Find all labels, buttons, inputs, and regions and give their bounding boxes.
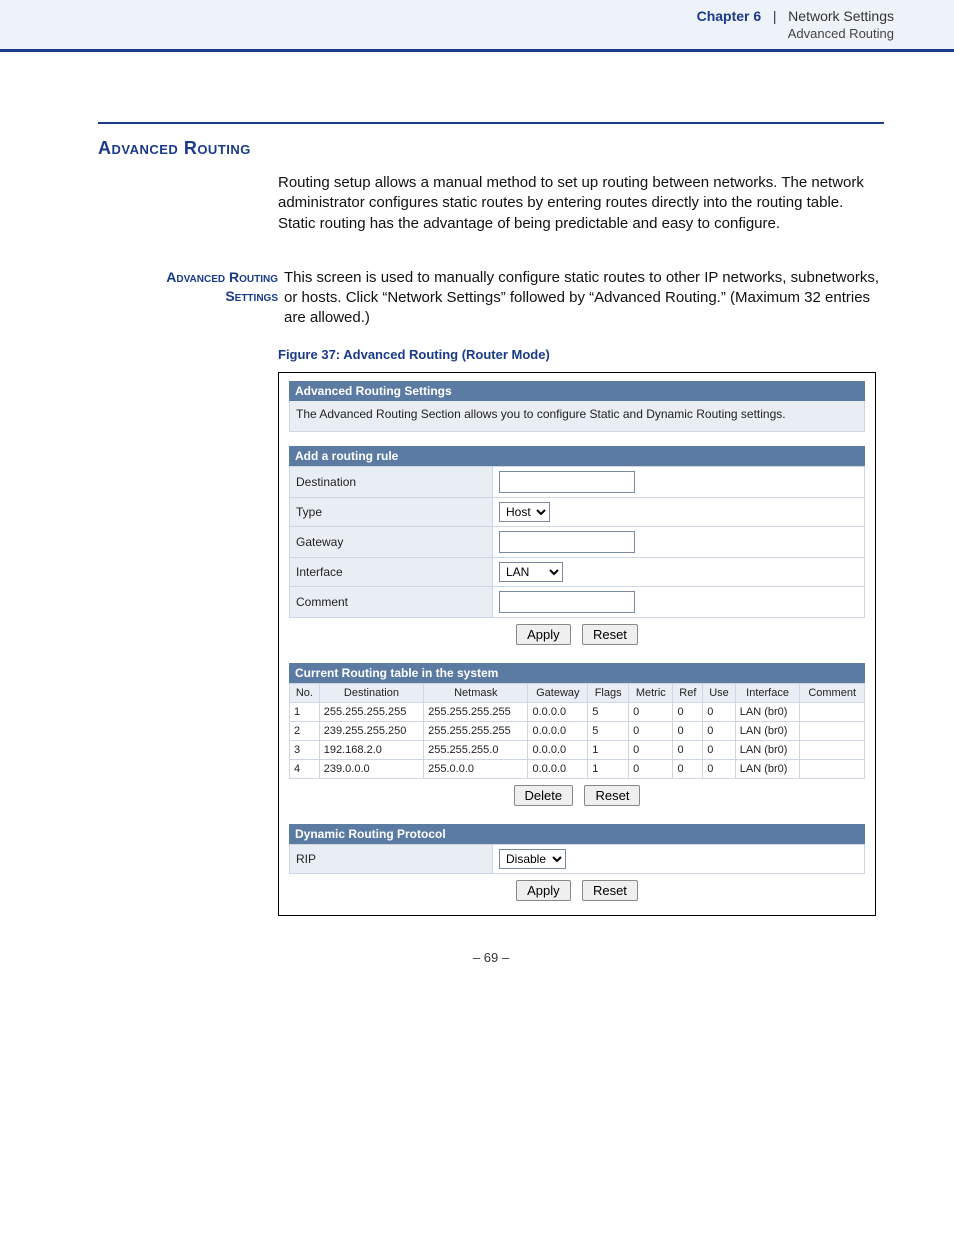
page-header: Chapter 6 | Network Settings Advanced Ro… <box>0 0 954 52</box>
interface-label: Interface <box>290 557 493 586</box>
col-ref: Ref <box>673 683 703 702</box>
panel-add-rule-title: Add a routing rule <box>289 446 865 466</box>
panel-dynamic-routing-title: Dynamic Routing Protocol <box>289 824 865 844</box>
section-divider <box>98 122 884 124</box>
panel-advanced-routing-title: Advanced Routing Settings <box>289 381 865 401</box>
panel-routing-table-title: Current Routing table in the system <box>289 663 865 683</box>
rip-select[interactable]: Disable <box>499 849 566 869</box>
header-subsection: Advanced Routing <box>0 26 894 41</box>
rip-label: RIP <box>290 844 493 873</box>
header-section: Network Settings <box>788 8 894 24</box>
section-title: Advanced Routing <box>98 138 884 159</box>
intro-paragraph: Routing setup allows a manual method to … <box>278 173 884 234</box>
add-rule-form: Destination Type Host Gateway Interface <box>289 466 865 618</box>
col-interface: Interface <box>735 683 800 702</box>
subsection-text: This screen is used to manually configur… <box>284 268 884 329</box>
destination-input[interactable] <box>499 471 635 493</box>
reset-button-2[interactable]: Reset <box>584 785 640 806</box>
comment-input[interactable] <box>499 591 635 613</box>
apply-button-2[interactable]: Apply <box>516 880 571 901</box>
apply-button[interactable]: Apply <box>516 624 571 645</box>
col-no: No. <box>290 683 320 702</box>
router-screenshot: Advanced Routing Settings The Advanced R… <box>278 372 876 916</box>
col-netmask: Netmask <box>424 683 528 702</box>
chapter-label: Chapter 6 <box>697 8 762 24</box>
col-metric: Metric <box>629 683 673 702</box>
interface-select[interactable]: LAN <box>499 562 563 582</box>
delete-button[interactable]: Delete <box>514 785 574 806</box>
page-number: – 69 – <box>98 950 884 965</box>
gateway-label: Gateway <box>290 526 493 557</box>
col-flags: Flags <box>588 683 629 702</box>
type-select[interactable]: Host <box>499 502 550 522</box>
table-row: 2 239.255.255.250 255.255.255.255 0.0.0.… <box>290 721 865 740</box>
table-row: 3 192.168.2.0 255.255.255.0 0.0.0.0 1 0 … <box>290 740 865 759</box>
col-destination: Destination <box>319 683 423 702</box>
panel-advanced-routing-desc: The Advanced Routing Section allows you … <box>289 401 865 432</box>
type-label: Type <box>290 497 493 526</box>
dynamic-routing-form: RIP Disable <box>289 844 865 874</box>
figure-caption: Figure 37: Advanced Routing (Router Mode… <box>278 347 884 362</box>
reset-button-3[interactable]: Reset <box>582 880 638 901</box>
destination-label: Destination <box>290 466 493 497</box>
header-separator: | <box>765 8 784 24</box>
col-use: Use <box>703 683 736 702</box>
table-row: 4 239.0.0.0 255.0.0.0 0.0.0.0 1 0 0 0 LA… <box>290 759 865 778</box>
subsection-label: Advanced Routing Settings <box>98 268 284 329</box>
routing-table: No. Destination Netmask Gateway Flags Me… <box>289 683 865 779</box>
col-comment: Comment <box>800 683 865 702</box>
reset-button[interactable]: Reset <box>582 624 638 645</box>
comment-label: Comment <box>290 586 493 617</box>
table-row: 1 255.255.255.255 255.255.255.255 0.0.0.… <box>290 702 865 721</box>
gateway-input[interactable] <box>499 531 635 553</box>
col-gateway: Gateway <box>528 683 588 702</box>
